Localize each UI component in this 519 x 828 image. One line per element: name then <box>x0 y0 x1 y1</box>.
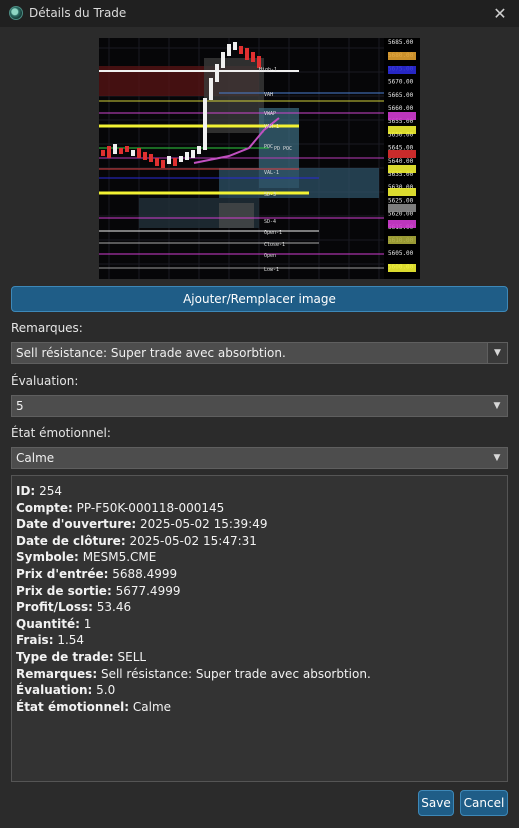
candle <box>251 52 255 62</box>
candle <box>113 144 117 154</box>
price-tag <box>388 264 416 272</box>
level-label: VAH <box>264 92 273 98</box>
emotion-value: Calme <box>16 451 55 465</box>
chevron-down-icon[interactable]: ▼ <box>487 396 507 416</box>
trade-details-panel: ID: 254 Compte: PP-F50K-000118-000145 Da… <box>11 475 508 782</box>
price-tick-label: 5640.00 <box>388 158 414 165</box>
level-label: VAH-1 <box>264 124 279 130</box>
candle <box>179 156 183 162</box>
candle <box>131 150 135 156</box>
level-label: Low-1 <box>264 267 279 273</box>
remarks-label: Remarques: <box>11 321 83 335</box>
price-tick-label: 5625.00 <box>388 197 414 204</box>
candle <box>239 46 243 54</box>
level-label: VWAP <box>264 111 276 117</box>
price-tag <box>388 126 416 134</box>
save-button[interactable]: Save <box>418 790 454 816</box>
price-tag <box>388 165 416 173</box>
emotion-label: État émotionnel: <box>11 426 111 440</box>
rating-value: 5 <box>16 399 24 413</box>
detail-row: ID: 254 <box>16 484 62 498</box>
candle <box>227 44 231 56</box>
app-logo-icon <box>9 6 23 20</box>
candle <box>245 48 249 60</box>
candle <box>173 158 177 166</box>
candle <box>125 146 129 152</box>
remarks-combobox[interactable]: Sell résistance: Super trade avec absorb… <box>11 342 508 364</box>
detail-row: Compte: PP-F50K-000118-000145 <box>16 500 225 515</box>
candle <box>143 152 147 160</box>
price-tag <box>388 150 416 158</box>
price-tag <box>388 236 416 244</box>
detail-row: Date d'ouverture: 2025-05-02 15:39:49 <box>16 517 268 532</box>
detail-row: Symbole: MESM5.CME <box>16 550 157 565</box>
detail-row: Prix de sortie: 5677.4999 <box>16 583 181 598</box>
level-label: SD-3 <box>264 192 276 198</box>
remarks-value: Sell résistance: Super trade avec absorb… <box>16 346 286 360</box>
level-label: Open <box>264 253 276 259</box>
price-tag <box>388 220 416 228</box>
price-tick-label: 5660.00 <box>388 105 414 112</box>
price-tag <box>388 204 416 212</box>
chevron-down-icon[interactable]: ▼ <box>487 343 507 363</box>
detail-row: Date de clôture: 2025-05-02 15:47:31 <box>16 533 257 548</box>
candle <box>167 156 171 164</box>
candle <box>155 158 159 166</box>
candle <box>161 160 165 168</box>
level-label: Close-1 <box>264 242 285 248</box>
level-label: High-1 <box>259 67 277 73</box>
rating-label: Évaluation: <box>11 374 79 388</box>
price-tick-label: 5665.00 <box>388 92 414 99</box>
price-tag <box>388 66 416 74</box>
candle <box>221 52 225 68</box>
window-title: Détails du Trade <box>29 6 127 20</box>
candle <box>149 154 153 162</box>
trade-chart-svg: 5685.005680.005675.005670.005665.005660.… <box>99 38 420 279</box>
title-bar: Détails du Trade ✕ <box>0 0 519 27</box>
candle <box>215 64 219 82</box>
emotion-select[interactable]: Calme ▼ <box>11 447 508 469</box>
level-label: VAL-1 <box>264 170 279 176</box>
detail-row: État émotionnel: Calme <box>16 699 172 714</box>
add-replace-image-button[interactable]: Ajouter/Remplacer image <box>11 286 508 312</box>
detail-row: Quantité: 1 <box>16 616 92 631</box>
candle <box>137 148 141 158</box>
candle <box>203 98 207 150</box>
candle <box>197 146 201 154</box>
detail-row: Remarques: Sell résistance: Super trade … <box>16 666 371 681</box>
price-tag <box>388 188 416 196</box>
cancel-button[interactable]: Cancel <box>460 790 508 816</box>
price-tick-label: 5685.00 <box>388 39 414 46</box>
detail-row: Frais: 1.54 <box>16 633 85 648</box>
candle <box>209 78 213 100</box>
candle <box>101 150 105 156</box>
candle <box>191 150 195 158</box>
level-label: Open-1 <box>264 230 282 236</box>
detail-row: Profit/Loss: 53.46 <box>16 600 132 615</box>
level-label: SD-4 <box>264 219 276 225</box>
detail-row: Évaluation: 5.0 <box>16 683 116 698</box>
detail-row: Prix d'entrée: 5688.4999 <box>16 566 178 581</box>
price-tick-label: 5670.00 <box>388 79 414 86</box>
price-tag <box>388 52 416 60</box>
rating-select[interactable]: 5 ▼ <box>11 395 508 417</box>
price-tick-label: 5605.00 <box>388 250 414 257</box>
detail-row: Type de trade: SELL <box>16 649 147 664</box>
candle <box>185 152 189 160</box>
trade-screenshot-image: 5685.005680.005675.005670.005665.005660.… <box>99 38 420 279</box>
candle <box>233 42 237 50</box>
close-icon[interactable]: ✕ <box>489 3 511 23</box>
price-tag <box>388 112 416 120</box>
chevron-down-icon[interactable]: ▼ <box>487 448 507 468</box>
profile-zone <box>219 203 254 228</box>
candle <box>107 146 111 158</box>
candle <box>119 148 123 154</box>
level-label: PD POC <box>274 146 292 152</box>
level-label: POC <box>264 144 273 150</box>
